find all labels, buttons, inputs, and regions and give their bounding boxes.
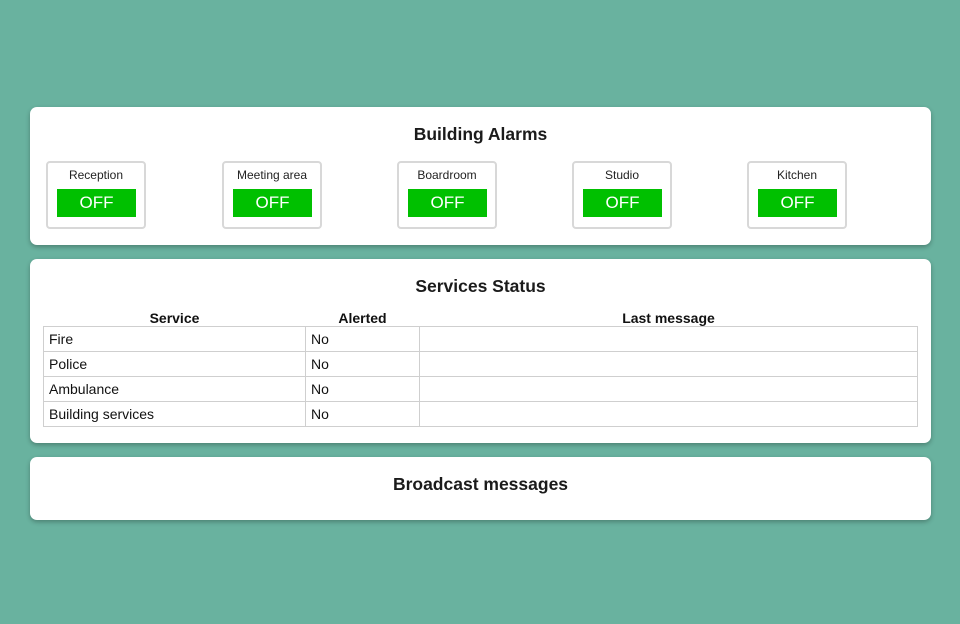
last-message-cell [419,401,918,427]
broadcast-messages-title: Broadcast messages [392,474,569,494]
alarm-reception-toggle[interactable]: OFF [57,189,136,217]
services-status-title: Services Status [415,276,546,296]
alarm-meeting-area-toggle[interactable]: OFF [233,189,312,217]
alarm-reception-label: Reception [68,168,124,182]
table-row: Fire No [43,326,918,352]
alerted-cell: No [305,326,420,352]
service-name-cell: Fire [43,326,306,352]
table-header-row: Service Alerted Last message [44,310,918,327]
alarm-reception: Reception OFF [46,161,146,229]
alarm-studio-label: Studio [604,168,640,182]
alarm-meeting-area: Meeting area OFF [222,161,322,229]
table-row: Building services No [43,401,918,427]
services-status-panel: Services Status Service Alerted Last mes… [30,259,931,443]
column-header-last-message: Last message [622,310,715,326]
last-message-cell [419,326,918,352]
broadcast-messages-panel: Broadcast messages [30,457,931,520]
alarm-kitchen-label: Kitchen [776,168,818,182]
alerted-cell: No [305,401,420,427]
alarm-kitchen-toggle[interactable]: OFF [758,189,837,217]
alerted-cell: No [305,376,420,402]
services-table: Service Alerted Last message Fire No Pol… [43,310,918,427]
service-name-cell: Ambulance [43,376,306,402]
service-name-cell: Building services [43,401,306,427]
last-message-cell [419,351,918,377]
alarm-boardroom: Boardroom OFF [397,161,497,229]
alarm-kitchen: Kitchen OFF [747,161,847,229]
last-message-cell [419,376,918,402]
alarm-studio-toggle[interactable]: OFF [583,189,662,217]
alarm-boardroom-toggle[interactable]: OFF [408,189,487,217]
service-name-cell: Police [43,351,306,377]
alarm-studio: Studio OFF [572,161,672,229]
column-header-service: Service [149,310,200,326]
table-row: Ambulance No [43,376,918,402]
alarm-meeting-area-label: Meeting area [236,168,308,182]
column-header-alerted: Alerted [338,310,387,326]
building-alarms-panel: Building Alarms Reception OFF Meeting ar… [30,107,931,245]
alarm-boardroom-label: Boardroom [417,168,477,182]
table-row: Police No [43,351,918,377]
alerted-cell: No [305,351,420,377]
building-alarms-title: Building Alarms [413,124,548,144]
